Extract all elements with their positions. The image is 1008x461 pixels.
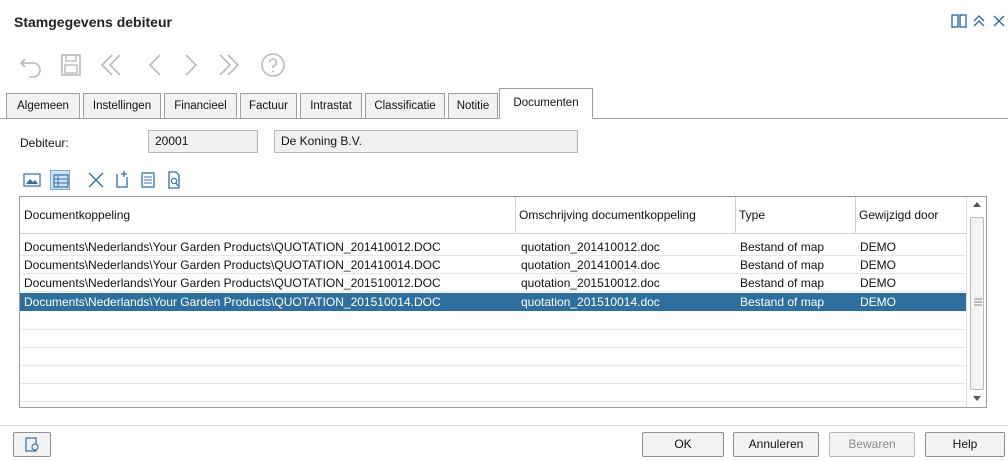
document-settings-button[interactable] bbox=[13, 432, 51, 457]
cell-desc: quotation_201510014.doc bbox=[521, 295, 660, 309]
scroll-down-icon[interactable] bbox=[972, 392, 982, 404]
column-separator bbox=[735, 197, 736, 233]
scroll-up-icon[interactable] bbox=[972, 199, 982, 211]
next-record-icon[interactable] bbox=[176, 50, 206, 80]
double-chevron-up-icon[interactable] bbox=[970, 12, 988, 30]
image-view-icon[interactable] bbox=[22, 170, 42, 190]
cell-link: Documents\Nederlands\Your Garden Product… bbox=[24, 295, 441, 309]
new-document-icon[interactable] bbox=[112, 170, 132, 190]
undo-icon[interactable] bbox=[16, 50, 46, 80]
close-icon[interactable] bbox=[990, 12, 1008, 30]
column-header-omschrijving[interactable]: Omschrijving documentkoppeling bbox=[519, 197, 696, 233]
document-settings-icon bbox=[25, 437, 39, 452]
footer-divider bbox=[0, 425, 1008, 426]
first-record-icon[interactable] bbox=[98, 50, 128, 80]
scrollbar-thumb[interactable] bbox=[970, 217, 984, 390]
table-row-empty[interactable] bbox=[20, 384, 966, 402]
cell-type: Bestand of map bbox=[740, 258, 825, 272]
tab-documenten[interactable]: Documenten bbox=[499, 88, 593, 119]
save-icon[interactable] bbox=[56, 50, 86, 80]
column-separator bbox=[855, 197, 856, 233]
last-record-icon[interactable] bbox=[214, 50, 244, 80]
debtor-label: Debiteur: bbox=[20, 136, 69, 150]
table-row[interactable]: Documents\Nederlands\Your Garden Product… bbox=[20, 238, 966, 256]
cell-desc: quotation_201410012.doc bbox=[521, 240, 660, 254]
tab-intrastat[interactable]: Intrastat bbox=[300, 93, 362, 118]
header-divider bbox=[20, 233, 966, 234]
tab-instellingen[interactable]: Instellingen bbox=[83, 93, 161, 118]
column-header-gewijzigd-door[interactable]: Gewijzigd door bbox=[859, 197, 938, 233]
table-row[interactable]: Documents\Nederlands\Your Garden Product… bbox=[20, 256, 966, 274]
cancel-button[interactable]: Annuleren bbox=[733, 432, 819, 457]
cell-link: Documents\Nederlands\Your Garden Product… bbox=[24, 240, 441, 254]
table-row[interactable]: Documents\Nederlands\Your Garden Product… bbox=[20, 274, 966, 292]
cell-by: DEMO bbox=[860, 258, 896, 272]
cell-link: Documents\Nederlands\Your Garden Product… bbox=[24, 258, 441, 272]
list-view-icon[interactable] bbox=[50, 170, 70, 190]
cell-type: Bestand of map bbox=[740, 295, 825, 309]
tab-financieel[interactable]: Financieel bbox=[164, 93, 237, 118]
debtor-code-field[interactable]: 20001 bbox=[148, 130, 258, 153]
help-icon[interactable] bbox=[258, 50, 288, 80]
column-separator bbox=[515, 197, 516, 233]
previous-record-icon[interactable] bbox=[142, 50, 172, 80]
window-title: Stamgegevens debiteur bbox=[14, 14, 172, 30]
cell-type: Bestand of map bbox=[740, 240, 825, 254]
table-row-empty[interactable] bbox=[20, 366, 966, 384]
preview-icon[interactable] bbox=[164, 170, 184, 190]
two-panes-icon[interactable] bbox=[950, 12, 968, 30]
delete-icon[interactable] bbox=[86, 170, 106, 190]
cell-desc: quotation_201410014.doc bbox=[521, 258, 660, 272]
properties-icon[interactable] bbox=[138, 170, 158, 190]
ok-button[interactable]: OK bbox=[642, 432, 724, 457]
documents-grid: Documentkoppeling Omschrijving documentk… bbox=[19, 196, 987, 408]
cell-type: Bestand of map bbox=[740, 276, 825, 290]
title-bar: Stamgegevens debiteur bbox=[0, 0, 1008, 40]
table-row-empty[interactable] bbox=[20, 348, 966, 366]
tab-classificatie[interactable]: Classificatie bbox=[365, 93, 445, 118]
column-header-documentkoppeling[interactable]: Documentkoppeling bbox=[24, 197, 130, 233]
cell-desc: quotation_201510012.doc bbox=[521, 276, 660, 290]
table-row-empty[interactable] bbox=[20, 312, 966, 330]
tab-notitie[interactable]: Notitie bbox=[448, 93, 498, 118]
cell-link: Documents\Nederlands\Your Garden Product… bbox=[24, 276, 441, 290]
table-row-empty[interactable] bbox=[20, 330, 966, 348]
cell-by: DEMO bbox=[860, 240, 896, 254]
save-button[interactable]: Bewaren bbox=[829, 432, 915, 457]
cell-by: DEMO bbox=[860, 276, 896, 290]
cell-by: DEMO bbox=[860, 295, 896, 309]
column-header-type[interactable]: Type bbox=[739, 197, 765, 233]
debtor-name-field[interactable]: De Koning B.V. bbox=[274, 130, 578, 153]
tab-factuur[interactable]: Factuur bbox=[240, 93, 297, 118]
help-button[interactable]: Help bbox=[925, 432, 1005, 457]
vertical-scrollbar[interactable] bbox=[966, 197, 986, 407]
table-row-selected[interactable]: Documents\Nederlands\Your Garden Product… bbox=[20, 293, 966, 311]
tab-algemeen[interactable]: Algemeen bbox=[6, 93, 80, 118]
